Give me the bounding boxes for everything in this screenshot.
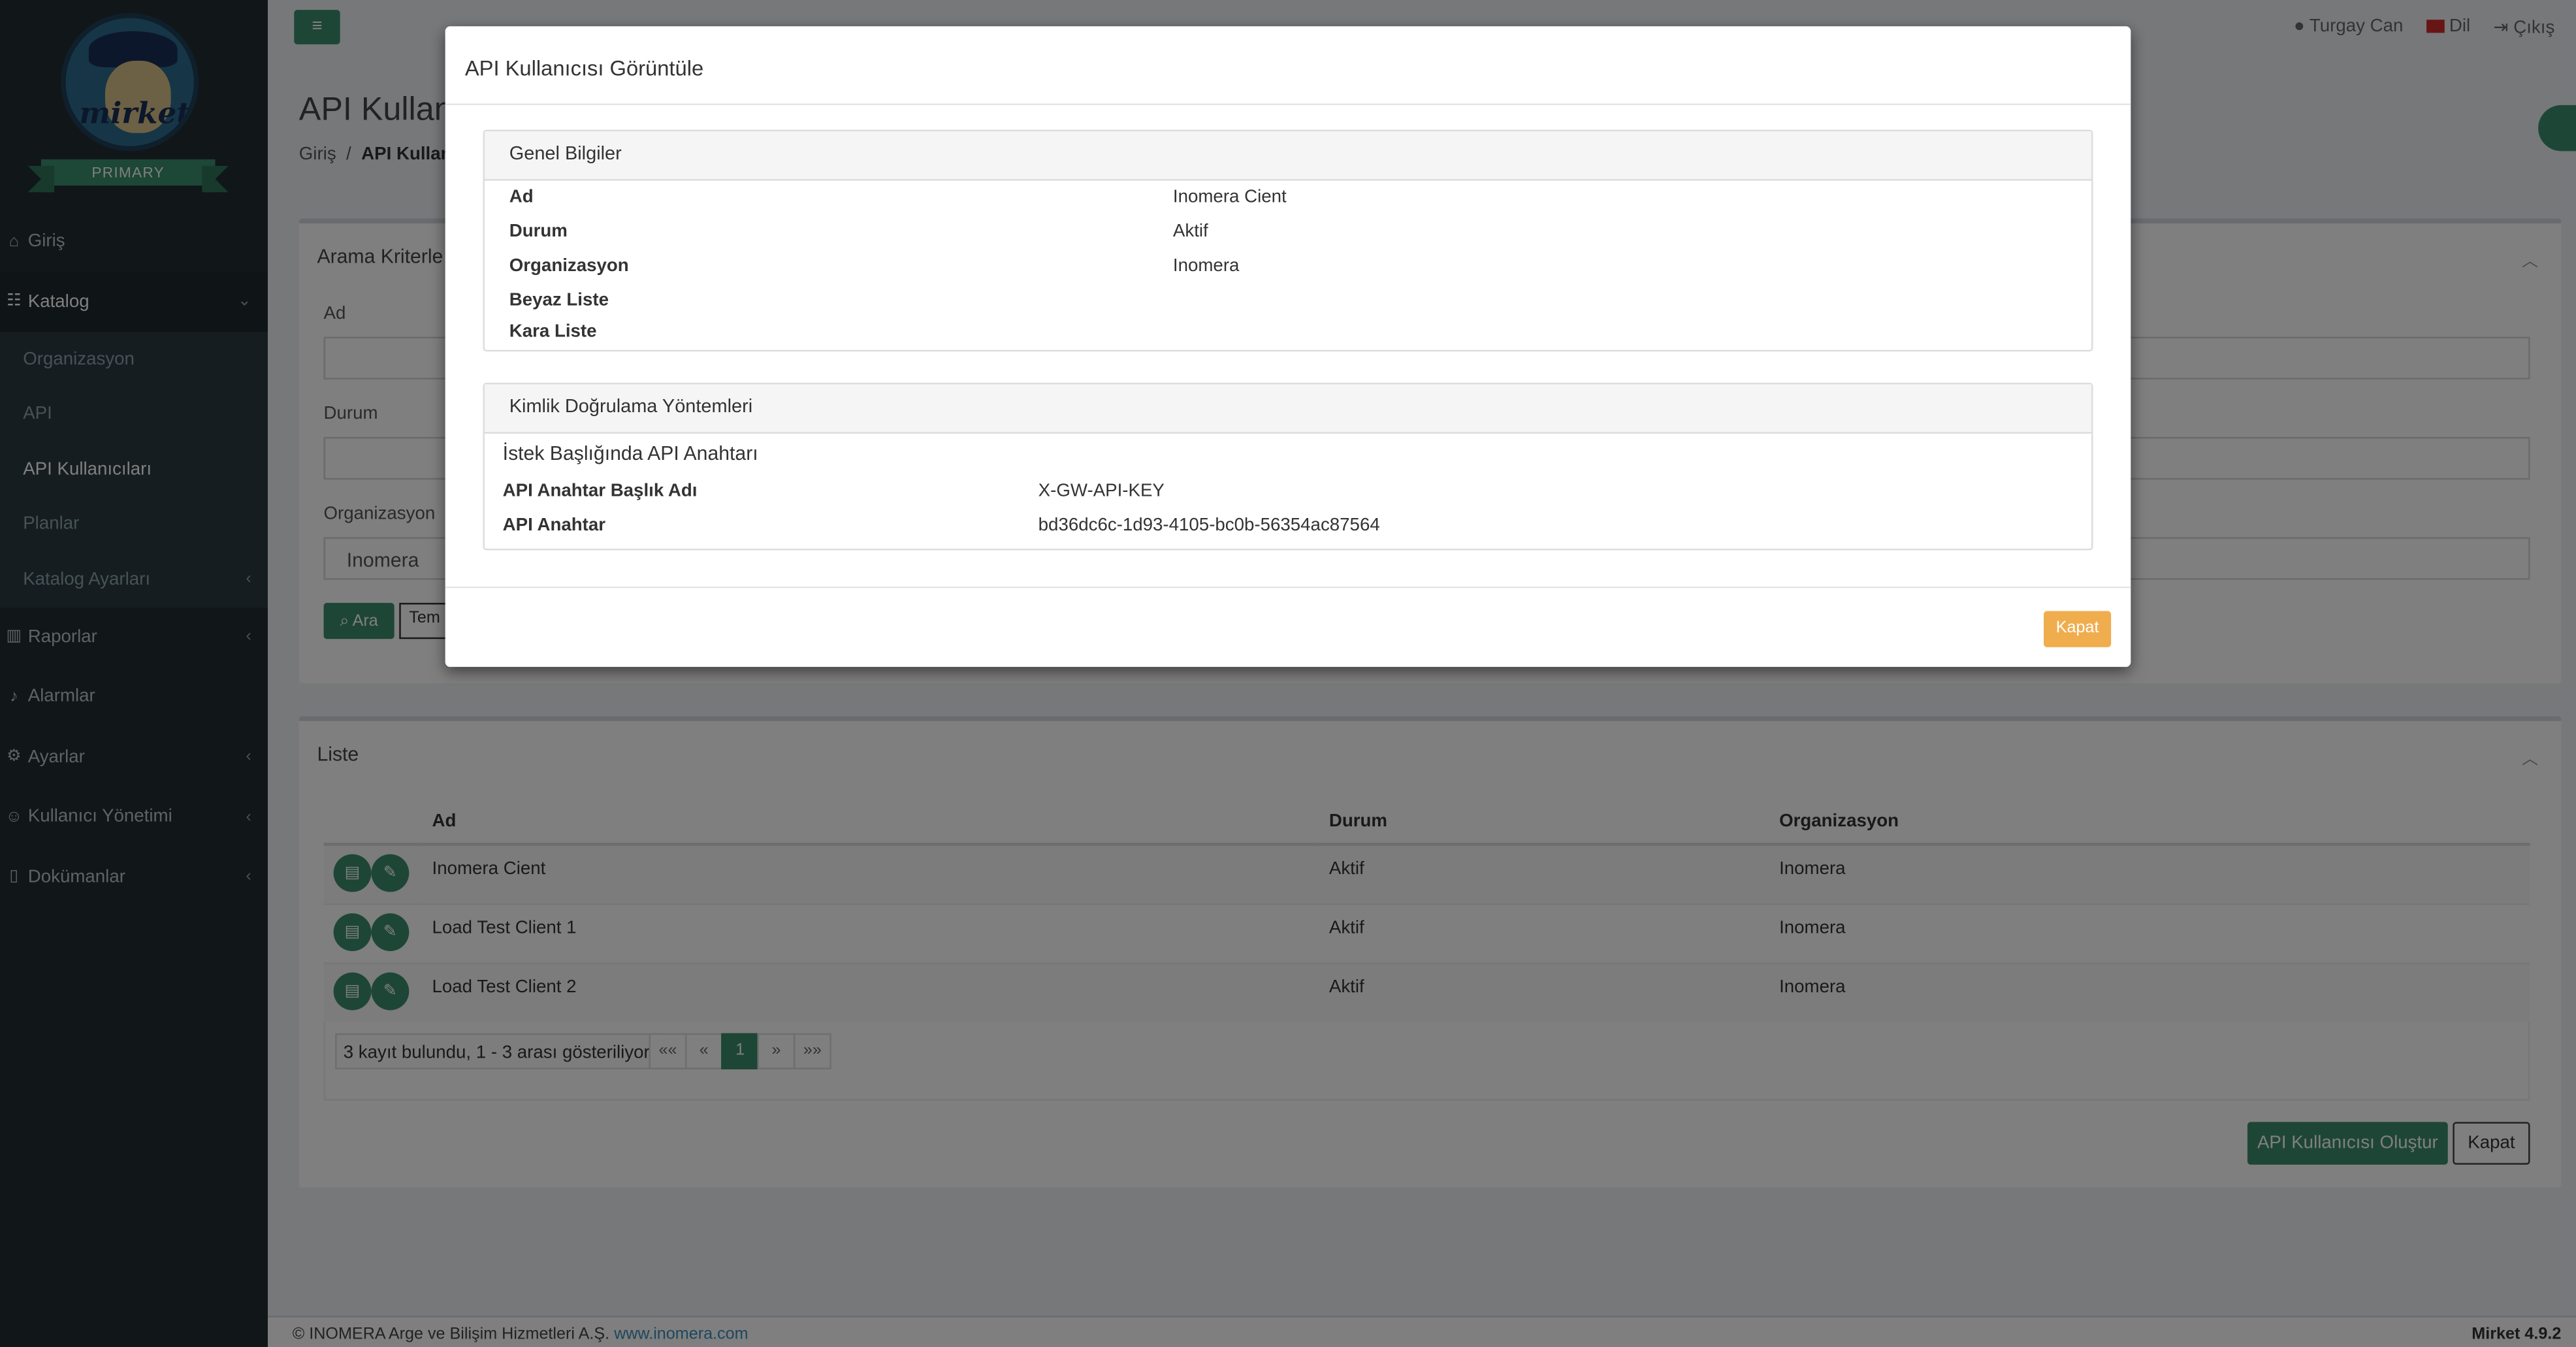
field-key: Durum [509,221,568,242]
field-key: API Anahtar Başlık Adı [502,481,698,501]
general-info-panel: Genel Bilgiler [483,129,2093,352]
modal-footer: Kapat [445,586,2131,667]
field-value: Aktif [1172,221,1208,242]
modal-close-button[interactable]: Kapat [2044,611,2112,647]
modal-title: API Kullanıcısı Görüntüle [445,26,2131,105]
app-canvas: mirket PRIMARY ⌂ Giriş ☷ Katalog ⌄ Organ… [0,0,2576,1347]
field-key: Ad [509,187,534,207]
field-key: Kara Liste [509,321,597,342]
field-key: Beyaz Liste [509,291,609,311]
field-key: API Anahtar [502,515,606,536]
general-info-title: Genel Bilgiler [485,131,2091,181]
auth-subtitle: İstek Başlığında API Anahtarı [502,442,758,465]
auth-methods-title: Kimlik Doğrulama Yöntemleri [485,384,2091,434]
field-key: Organizasyon [509,256,629,276]
field-value: Inomera [1172,256,1240,276]
field-value: X-GW-API-KEY [1038,481,1165,501]
field-value: bd36dc6c-1d93-4105-bc0b-56354ac87564 [1038,515,1380,536]
field-value: Inomera Cient [1172,187,1287,207]
view-api-user-modal: API Kullanıcısı Görüntüle Genel Bilgiler… [445,26,2131,667]
